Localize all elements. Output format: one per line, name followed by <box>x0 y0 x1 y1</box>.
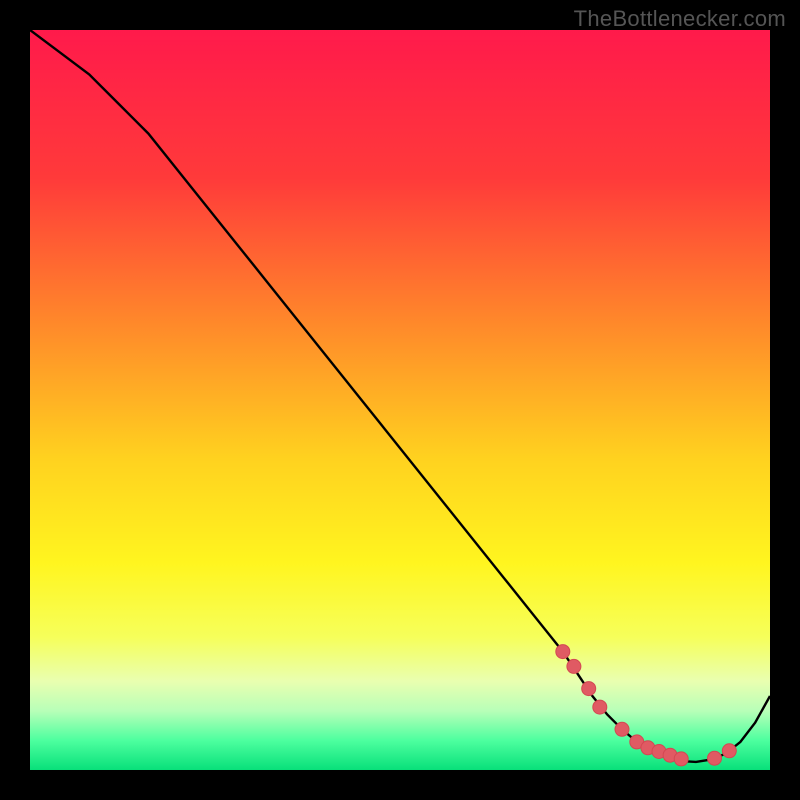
marker-point <box>567 659 581 673</box>
marker-point <box>674 752 688 766</box>
chart-frame: TheBottlenecker.com <box>0 0 800 800</box>
marker-point <box>615 722 629 736</box>
marker-point <box>722 744 736 758</box>
marker-point <box>708 751 722 765</box>
gradient-background <box>30 30 770 770</box>
chart-svg <box>30 30 770 770</box>
plot-area <box>30 30 770 770</box>
watermark-text: TheBottlenecker.com <box>574 6 786 32</box>
marker-point <box>582 682 596 696</box>
marker-point <box>556 645 570 659</box>
marker-point <box>593 700 607 714</box>
